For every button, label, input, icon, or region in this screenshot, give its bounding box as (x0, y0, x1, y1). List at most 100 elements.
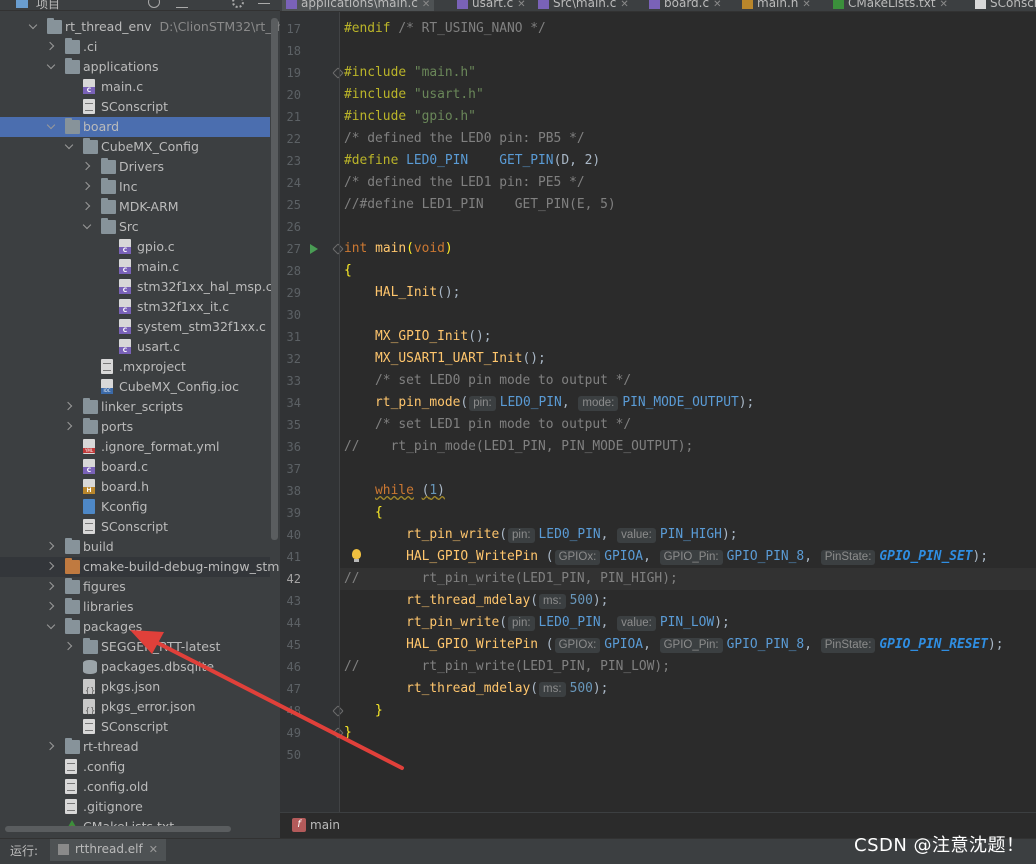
line-number[interactable]: 27 (280, 238, 301, 260)
code-line[interactable]: /* defined the LED0 pin: PB5 */ (344, 128, 585, 150)
chevron-right-icon[interactable] (44, 737, 58, 757)
line-number[interactable]: 26 (280, 216, 301, 238)
code-line[interactable]: } (344, 700, 383, 722)
tree-item-usart-c[interactable]: usart.c (0, 337, 270, 357)
code-line[interactable]: HAL_GPIO_WritePin (GPIOx: GPIOA, GPIO_Pin… (344, 546, 988, 568)
code-line[interactable]: //#define LED1_PIN GET_PIN(E, 5) (344, 194, 616, 216)
tree-item-drivers[interactable]: Drivers (0, 157, 270, 177)
tree-vertical-scrollbar[interactable] (271, 18, 278, 540)
fold-marker-icon[interactable] (332, 67, 344, 79)
line-number[interactable]: 33 (280, 370, 301, 392)
line-number[interactable]: 49 (280, 722, 301, 744)
line-number[interactable]: 30 (280, 304, 301, 326)
tree-item-stm32f1xx-it-c[interactable]: stm32f1xx_it.c (0, 297, 270, 317)
line-number[interactable]: 47 (280, 678, 301, 700)
tree-item-mxproject[interactable]: .mxproject (0, 357, 270, 377)
code-line[interactable]: #include "usart.h" (344, 84, 484, 106)
tree-item-sconscript[interactable]: SConscript (0, 517, 270, 537)
code-line[interactable]: #include "main.h" (344, 62, 476, 84)
fold-marker-icon[interactable] (332, 243, 344, 255)
tab-main-h[interactable]: main.h ✕ (742, 0, 811, 11)
tree-item-packages[interactable]: packages (0, 617, 270, 637)
code-line[interactable]: /* set LED1 pin mode to output */ (344, 414, 631, 436)
tree-item-rt-thread-env[interactable]: rt_thread_envD:\ClionSTM32\rt_thread_ (0, 17, 280, 37)
tree-item-sconscript[interactable]: SConscript (0, 97, 270, 117)
tab-sconscri[interactable]: SConscri (975, 0, 1036, 11)
code-line[interactable]: /* set LED0 pin mode to output */ (344, 370, 631, 392)
line-number[interactable]: 35 (280, 414, 301, 436)
line-number[interactable]: 18 (280, 40, 301, 62)
line-number[interactable]: 21 (280, 106, 301, 128)
close-icon[interactable]: ✕ (940, 0, 948, 10)
tree-item-sconscript[interactable]: SConscript (0, 717, 270, 737)
line-number[interactable]: 25 (280, 194, 301, 216)
code-line[interactable]: // rt_pin_write(LED1_PIN, PIN_LOW); (344, 656, 670, 678)
code-line[interactable]: // rt_pin_write(LED1_PIN, PIN_HIGH); (344, 568, 678, 590)
chevron-right-icon[interactable] (44, 37, 58, 57)
line-number[interactable]: 20 (280, 84, 301, 106)
line-number[interactable]: 40 (280, 524, 301, 546)
tree-item-system-stm32f1xx-c[interactable]: system_stm32f1xx.c (0, 317, 270, 337)
line-number[interactable]: 34 (280, 392, 301, 414)
tree-item-applications[interactable]: applications (0, 57, 270, 77)
chevron-right-icon[interactable] (80, 197, 94, 217)
line-number[interactable]: 37 (280, 458, 301, 480)
fold-marker-icon[interactable] (332, 705, 344, 717)
line-number[interactable]: 44 (280, 612, 301, 634)
code-line[interactable]: } (344, 722, 352, 744)
tree-item-config-old[interactable]: .config.old (0, 777, 270, 797)
code-line[interactable]: MX_GPIO_Init(); (344, 326, 491, 348)
code-line[interactable]: #include "gpio.h" (344, 106, 476, 128)
code-line[interactable]: { (344, 502, 383, 524)
code-line[interactable]: { (344, 260, 352, 282)
locate-icon[interactable] (148, 0, 160, 8)
tree-item-packages-dbsqlite[interactable]: packages.dbsqlite (0, 657, 270, 677)
code-line[interactable]: // rt_pin_mode(LED1_PIN, PIN_MODE_OUTPUT… (344, 436, 693, 458)
chevron-down-icon[interactable] (44, 57, 58, 77)
editor-gutter[interactable]: 17 18 19 20 21 22 23 24 25 26 27 28 29 30 31 32 33 34 35 36… (280, 12, 344, 812)
project-view-icon[interactable] (16, 0, 28, 8)
tree-item-board-c[interactable]: board.c (0, 457, 270, 477)
tree-item-pkgs-json[interactable]: pkgs.json (0, 677, 270, 701)
chevron-down-icon[interactable] (62, 137, 76, 157)
code-line[interactable]: rt_pin_write(pin: LED0_PIN, value: PIN_HIG… (344, 524, 737, 546)
collapse-all-icon[interactable] (200, 0, 212, 8)
tree-item-mdk-arm[interactable]: MDK-ARM (0, 197, 270, 217)
line-number[interactable]: 24 (280, 172, 301, 194)
tab-applications-main-c[interactable]: applications\main.c ✕ (282, 0, 435, 11)
tree-item-cmake-build-debug-mingw-stm32[interactable]: cmake-build-debug-mingw_stm32 (0, 557, 280, 577)
close-icon[interactable]: ✕ (422, 0, 430, 10)
line-number[interactable]: 39 (280, 502, 301, 524)
tree-item-rt-thread[interactable]: rt-thread (0, 737, 270, 757)
chevron-right-icon[interactable] (44, 537, 58, 557)
run-tab[interactable]: rtthread.elf ✕ (50, 839, 166, 861)
chevron-right-icon[interactable] (62, 417, 76, 437)
tree-horizontal-scrollbar[interactable] (5, 826, 231, 832)
line-number[interactable]: 22 (280, 128, 301, 150)
line-number[interactable]: 41 (280, 546, 301, 568)
tab-src-main-c[interactable]: Src\main.c ✕ (538, 0, 629, 11)
line-number[interactable]: 42 (280, 568, 301, 590)
fold-marker-icon[interactable] (332, 727, 344, 739)
chevron-right-icon[interactable] (44, 577, 58, 597)
chevron-right-icon[interactable] (80, 177, 94, 197)
tree-item-stm32f1xx-hal-msp-c[interactable]: stm32f1xx_hal_msp.c (0, 277, 273, 297)
tree-item-main-c[interactable]: main.c (0, 77, 270, 97)
line-number[interactable]: 17 (280, 18, 301, 40)
project-panel-title[interactable]: 项目 (36, 0, 60, 12)
code-line[interactable]: #define LED0_PIN GET_PIN(D, 2) (344, 150, 600, 172)
chevron-right-icon[interactable] (44, 557, 58, 577)
line-number[interactable]: 23 (280, 150, 301, 172)
code-line[interactable]: rt_pin_write(pin: LED0_PIN, value: PIN_LOW… (344, 612, 730, 634)
tab-cmakelists-txt[interactable]: CMakeLists.txt ✕ (833, 0, 948, 11)
code-line[interactable]: int main(void) (344, 238, 453, 260)
code-line[interactable]: HAL_GPIO_WritePin (GPIOx: GPIOA, GPIO_Pin… (344, 634, 1004, 656)
tree-item-main-c[interactable]: main.c (0, 257, 270, 277)
tree-item-board-h[interactable]: board.h (0, 477, 270, 497)
gear-icon[interactable] (232, 0, 244, 8)
tab-usart-c[interactable]: usart.c ✕ (457, 0, 526, 11)
tree-item-ci[interactable]: .ci (0, 37, 270, 57)
tree-item-src[interactable]: Src (0, 217, 270, 237)
tree-item-ignore-format-yml[interactable]: .ignore_format.yml (0, 437, 270, 457)
code-editor[interactable]: 17 18 19 20 21 22 23 24 25 26 27 28 29 30 31 32 33 34 35 36… (280, 12, 1036, 812)
